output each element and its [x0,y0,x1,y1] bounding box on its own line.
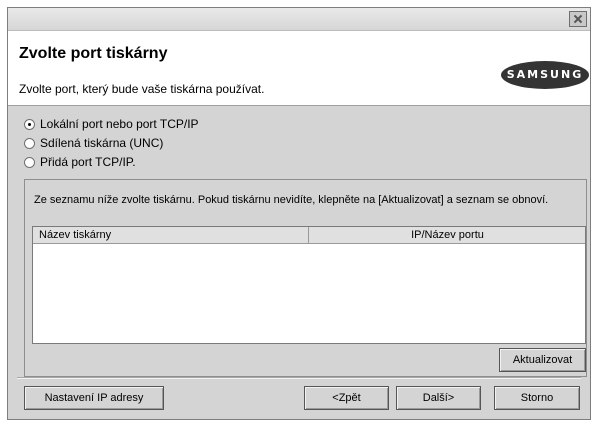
title-bar [8,8,590,31]
page-title: Zvolte port tiskárny [19,45,168,62]
refresh-button[interactable]: Aktualizovat [499,348,586,372]
samsung-logo: SAMSUNG [501,61,589,89]
radio-label: Sdílená tiskárna (UNC) [40,136,164,150]
column-header-ip-port[interactable]: IP/Název portu [310,227,585,243]
cancel-button[interactable]: Storno [494,386,580,410]
close-icon[interactable] [569,11,587,27]
radio-button[interactable] [24,137,35,149]
radio-label: Lokální port nebo port TCP/IP [40,117,199,131]
radio-local-port[interactable]: Lokální port nebo port TCP/IP [24,117,199,131]
installer-window: Zvolte port tiskárny Zvolte port, který … [7,7,591,420]
radio-button[interactable] [24,156,35,168]
radio-label: Přidá port TCP/IP. [40,155,136,169]
footer-separator [17,377,581,379]
back-button[interactable]: <Zpět [304,386,389,410]
radio-add-tcpip-port[interactable]: Přidá port TCP/IP. [24,155,136,169]
printer-list[interactable]: Název tiskárny IP/Název portu [32,226,586,344]
page-subtitle: Zvolte port, který bude vaše tiskárna po… [19,82,265,96]
column-header-printer-name[interactable]: Název tiskárny [33,227,309,243]
instructions-text: Ze seznamu níže zvolte tiskárnu. Pokud t… [34,194,549,206]
radio-shared-printer[interactable]: Sdílená tiskárna (UNC) [24,136,163,150]
header-panel: Zvolte port tiskárny Zvolte port, který … [8,31,590,106]
next-button[interactable]: Další> [396,386,481,410]
printer-list-group: Ze seznamu níže zvolte tiskárnu. Pokud t… [24,179,587,377]
ip-settings-button[interactable]: Nastavení IP adresy [24,386,164,410]
radio-button-checked[interactable] [24,118,35,130]
list-header: Název tiskárny IP/Název portu [33,227,585,244]
